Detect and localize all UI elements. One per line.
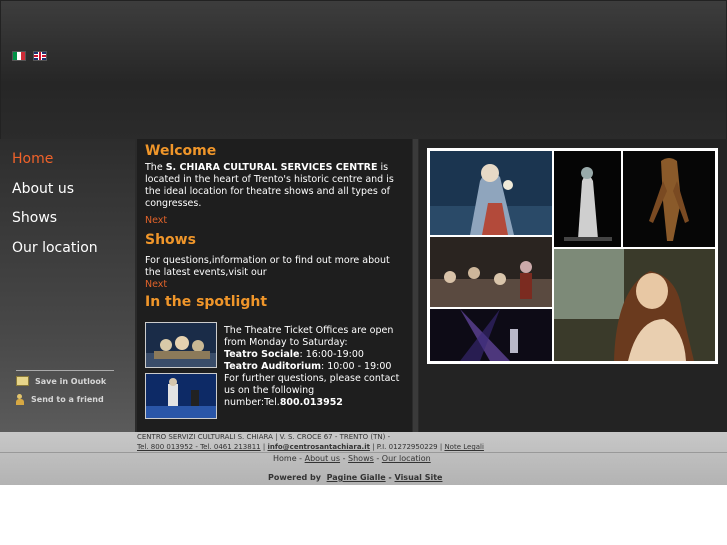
shows-heading: Shows [145, 232, 196, 248]
shows-next-link[interactable]: Next [145, 279, 403, 291]
spotlight-heading: In the spotlight [145, 294, 268, 310]
spotlight-text: The Theatre Ticket Offices are open from… [224, 325, 408, 407]
nav-shows[interactable]: Shows [12, 210, 98, 240]
contact-text: For further questions, please contact us… [224, 373, 400, 396]
footer-address: CENTRO SERVIZI CULTURALI S. CHIARA | V. … [137, 433, 391, 441]
content-body: Welcome The S. CHIARA CULTURAL SERVICES … [145, 143, 403, 311]
header-banner [0, 0, 727, 140]
footer-link-home[interactable]: Home [273, 454, 297, 463]
footer-nav: Home - About us - Shows - Our location [273, 454, 431, 463]
nav-our-location[interactable]: Our location [12, 240, 98, 270]
spotlight-thumbnail-2[interactable] [145, 373, 217, 419]
footer-divider [0, 452, 727, 453]
send-to-friend-link[interactable]: Send to a friend [16, 394, 104, 405]
nav-home[interactable]: Home [12, 151, 98, 181]
footer-phone-link[interactable]: Tel. 800 013952 - Tel. 0461 213811 [137, 443, 261, 451]
save-in-outlook-link[interactable]: Save in Outlook [16, 376, 106, 386]
ticket-office-intro: The Theatre Ticket Offices are open from… [224, 325, 394, 348]
shows-text: For questions,information or to find out… [145, 255, 390, 278]
photo-figure-on-stage [554, 151, 621, 247]
content-scrollbar[interactable] [413, 139, 418, 432]
photo-group-scene [430, 237, 552, 307]
welcome-next-link[interactable]: Next [145, 215, 403, 227]
footer-legal-link[interactable]: Note Legali [444, 443, 484, 451]
person-icon [16, 394, 25, 405]
pagine-gialle-link[interactable]: Pagine Gialle [327, 473, 386, 482]
calendar-icon [16, 376, 29, 386]
photo-painting-magdalene [554, 249, 715, 361]
footer-link-about[interactable]: About us [305, 454, 340, 463]
photo-panel [419, 139, 727, 432]
footer-link-shows[interactable]: Shows [348, 454, 374, 463]
save-in-outlook-label: Save in Outlook [35, 376, 107, 386]
page: Home About us Shows Our location Save in… [0, 0, 727, 545]
photo-stage-lighting [430, 309, 552, 361]
flag-italy-icon[interactable] [12, 51, 26, 61]
photo-dancer [623, 151, 715, 247]
welcome-text: The S. CHIARA CULTURAL SERVICES CENTRE i… [145, 162, 394, 209]
welcome-heading: Welcome [145, 143, 217, 159]
centre-name: S. CHIARA CULTURAL SERVICES CENTRE [165, 162, 378, 173]
footer-link-location[interactable]: Our location [382, 454, 431, 463]
main-area: Home About us Shows Our location Save in… [0, 139, 727, 432]
visual-site-link[interactable]: Visual Site [395, 473, 443, 482]
powered-by: Powered by Pagine Gialle - Visual Site [268, 473, 443, 482]
language-selector [12, 51, 47, 61]
footer: CENTRO SERVIZI CULTURALI S. CHIARA | V. … [0, 432, 727, 485]
sidebar-divider [16, 370, 114, 371]
content-panel: Welcome The S. CHIARA CULTURAL SERVICES … [137, 139, 412, 432]
teatro-auditorium-hours: Teatro Auditorium: 10:00 - 19:00 [224, 361, 392, 372]
footer-email-link[interactable]: info@centrosantachiara.it [267, 443, 370, 451]
spotlight-thumbnail-1[interactable] [145, 322, 217, 368]
photo-actor-with-skull [430, 151, 552, 235]
main-nav: Home About us Shows Our location [12, 151, 98, 269]
nav-about-us[interactable]: About us [12, 181, 98, 211]
teatro-sociale-hours: Teatro Sociale: 16:00-19:00 [224, 349, 364, 360]
sidebar: Home About us Shows Our location Save in… [0, 139, 135, 432]
contact-number: number:Tel.800.013952 [224, 397, 343, 407]
photo-collage [427, 148, 718, 364]
send-to-friend-label: Send to a friend [31, 395, 104, 404]
flag-uk-icon[interactable] [33, 51, 47, 61]
footer-contacts: Tel. 800 013952 - Tel. 0461 213811 | inf… [137, 443, 484, 451]
